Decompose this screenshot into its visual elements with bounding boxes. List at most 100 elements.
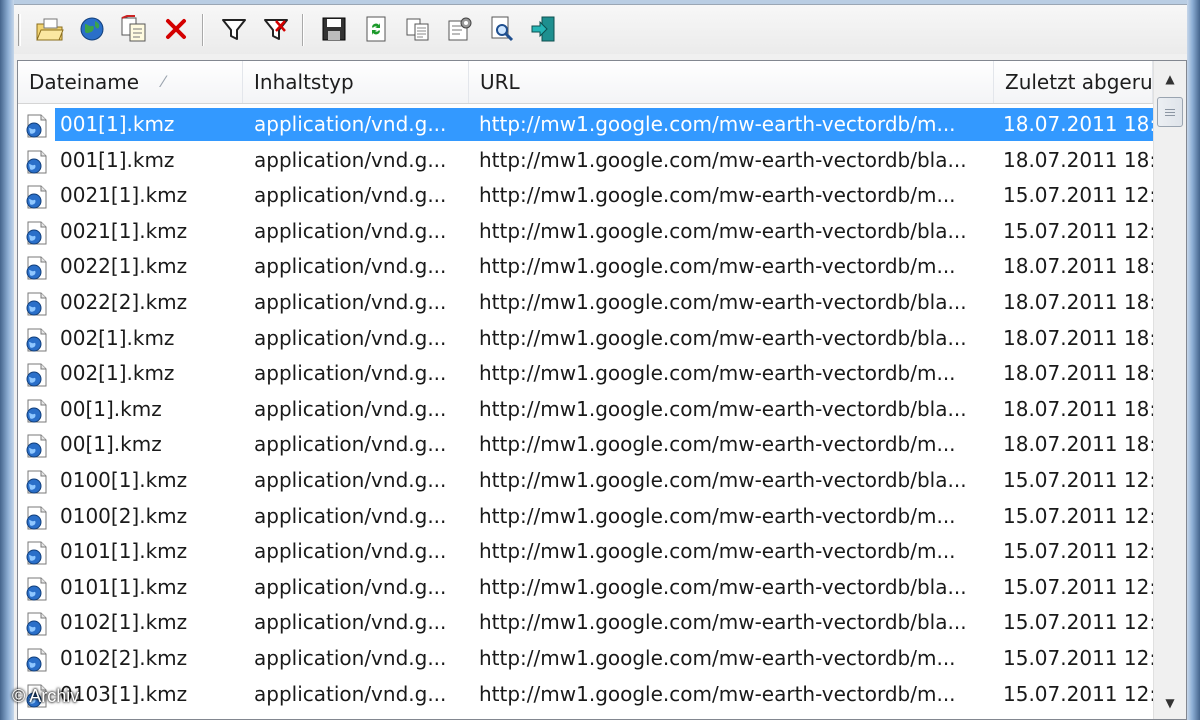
cell-url: http://mw1.google.com/mw-earth-vectordb/… [479,467,967,492]
cell-url: http://mw1.google.com/mw-earth-vectordb/… [479,183,956,208]
cell-filename: 00[1].kmz [60,432,162,457]
cell-content-type: application/vnd.g... [254,539,447,564]
list-item[interactable]: 00[1].kmz application/vnd.g... http://mw1.… [18,392,1153,428]
watermark: © Archiv [12,686,80,706]
search-button[interactable] [486,13,518,45]
properties-icon [446,15,474,43]
cell-last-accessed: 15.07.2011 12:3 [1003,645,1153,670]
column-header-date[interactable]: Zuletzt abgeruf [994,61,1153,103]
list-item[interactable]: 0021[1].kmz application/vnd.g... http://mw… [18,178,1153,214]
toolbar-grip[interactable] [18,14,21,46]
exit-icon [529,14,559,44]
cell-last-accessed: 18.07.2011 18:0 [1003,112,1153,136]
window-frame-left [0,0,14,720]
filter-icon [220,15,248,43]
properties-button[interactable] [444,13,476,45]
globe-button[interactable] [76,13,108,45]
cell-url: http://mw1.google.com/mw-earth-vectordb/… [479,539,956,564]
cell-filename: 0102[2].kmz [60,645,188,670]
cell-url: http://mw1.google.com/mw-earth-vectordb/… [479,361,956,386]
list-rows: 001[1].kmz application/vnd.g... http://mw1… [18,107,1153,712]
list-item[interactable]: 0021[1].kmz application/vnd.g... http://mw… [18,214,1153,250]
copy-button[interactable] [402,13,434,45]
scroll-thumb[interactable] [1157,97,1183,127]
cell-filename: 0100[2].kmz [60,503,188,528]
cell-last-accessed: 15.07.2011 12:3 [1003,610,1153,635]
list-item[interactable]: 002[1].kmz application/vnd.g... http://mw1… [18,321,1153,357]
cell-content-type: application/vnd.g... [254,610,447,635]
cell-url: http://mw1.google.com/mw-earth-vectordb/… [479,432,956,457]
column-header-type[interactable]: Inhaltstyp [243,61,469,103]
list-item[interactable]: 0103[1].kmz application/vnd.g... http://mw… [18,677,1153,713]
list-item[interactable]: 0100[1].kmz application/vnd.g... http://mw… [18,463,1153,499]
open-folder-button[interactable] [34,13,66,45]
list-item[interactable]: 00[1].kmz application/vnd.g... http://mw1.… [18,427,1153,463]
cell-content-type: application/vnd.g... [254,112,447,136]
toolbar [14,4,1187,54]
list-item[interactable]: 0022[1].kmz application/vnd.g... http://mw… [18,249,1153,285]
scroll-up-icon[interactable]: ▲ [1157,67,1183,91]
cell-last-accessed: 18.07.2011 18:0 [1003,147,1153,172]
cell-content-type: application/vnd.g... [254,574,447,599]
save-icon [320,15,348,43]
column-header-name[interactable]: Dateiname ⁄ [18,61,243,103]
cell-last-accessed: 15.07.2011 12:3 [1003,467,1153,492]
cell-last-accessed: 18.07.2011 18:0 [1003,325,1153,350]
cell-last-accessed: 15.07.2011 12:3 [1003,503,1153,528]
list-item[interactable]: 0100[2].kmz application/vnd.g... http://mw… [18,499,1153,535]
cell-content-type: application/vnd.g... [254,254,447,279]
cell-content-type: application/vnd.g... [254,396,447,421]
vertical-scrollbar[interactable]: ▲ ▼ [1153,61,1186,719]
cell-content-type: application/vnd.g... [254,681,447,706]
sort-indicator-icon: ⁄ [162,72,165,91]
cell-content-type: application/vnd.g... [254,645,447,670]
window-frame-right [1187,0,1200,720]
cell-filename: 0101[1].kmz [60,539,188,564]
cell-content-type: application/vnd.g... [254,361,447,386]
cell-filename: 0101[1].kmz [60,574,188,599]
list-item[interactable]: 0102[2].kmz application/vnd.g... http://mw… [18,641,1153,677]
refresh-button[interactable] [360,13,392,45]
cell-content-type: application/vnd.g... [254,467,447,492]
column-header-label: Zuletzt abgeruf [1005,70,1153,94]
toolbar-separator [302,14,304,46]
list-item[interactable]: 0022[2].kmz application/vnd.g... http://mw… [18,285,1153,321]
cell-last-accessed: 18.07.2011 18:0 [1003,289,1153,314]
cell-url: http://mw1.google.com/mw-earth-vectordb/… [479,396,967,421]
cell-url: http://mw1.google.com/mw-earth-vectordb/… [479,503,956,528]
clear-filter-button[interactable] [260,13,292,45]
cell-url: http://mw1.google.com/mw-earth-vectordb/… [479,147,967,172]
list-item[interactable]: 002[1].kmz application/vnd.g... http://mw1… [18,356,1153,392]
file-list-view[interactable]: Dateiname ⁄ Inhaltstyp URL Zuletzt abger… [17,60,1187,720]
cell-content-type: application/vnd.g... [254,432,447,457]
search-icon [488,15,516,43]
filter-button[interactable] [218,13,250,45]
exit-button[interactable] [528,13,560,45]
save-button[interactable] [318,13,350,45]
cell-content-type: application/vnd.g... [254,503,447,528]
column-header-url[interactable]: URL [469,61,994,103]
cell-filename: 0022[2].kmz [60,289,188,314]
scroll-down-icon[interactable]: ▼ [1157,691,1183,715]
cell-filename: 0022[1].kmz [60,254,188,279]
cell-url: http://mw1.google.com/mw-earth-vectordb/… [479,645,956,670]
cell-url: http://mw1.google.com/mw-earth-vectordb/… [479,289,967,314]
cell-last-accessed: 15.07.2011 12:3 [1003,183,1153,208]
cell-filename: 0021[1].kmz [60,218,188,243]
cell-url: http://mw1.google.com/mw-earth-vectordb/… [479,218,967,243]
list-item[interactable]: 001[1].kmz application/vnd.g... http://mw1… [18,143,1153,179]
delete-icon [163,16,189,42]
cell-last-accessed: 15.07.2011 12:3 [1003,681,1153,706]
clear-filter-icon [262,15,290,43]
list-item[interactable]: 0101[1].kmz application/vnd.g... http://mw… [18,570,1153,606]
cell-last-accessed: 18.07.2011 18:0 [1003,361,1153,386]
list-item[interactable]: 0102[1].kmz application/vnd.g... http://mw… [18,605,1153,641]
list-header: Dateiname ⁄ Inhaltstyp URL Zuletzt abger… [18,61,1153,104]
copy-files-button[interactable] [118,13,150,45]
column-header-label: Dateiname [29,70,140,94]
cell-last-accessed: 18.07.2011 18:0 [1003,432,1153,457]
list-item[interactable]: 0101[1].kmz application/vnd.g... http://mw… [18,534,1153,570]
list-item[interactable]: 001[1].kmz application/vnd.g... http://mw1… [18,107,1153,143]
cell-url: http://mw1.google.com/mw-earth-vectordb/… [479,325,967,350]
delete-button[interactable] [160,13,192,45]
